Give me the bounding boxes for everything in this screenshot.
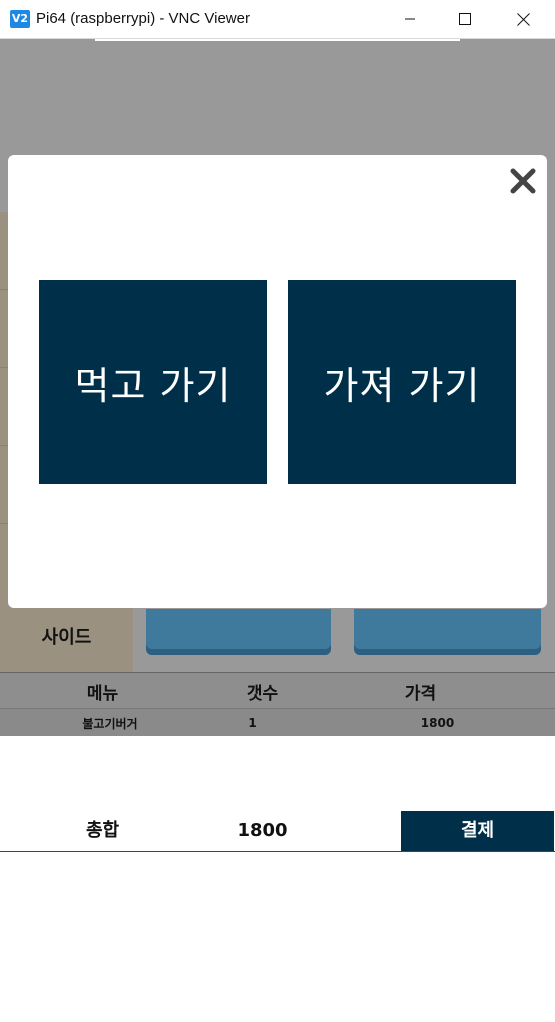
eat-in-button[interactable]: 먹고 가기	[39, 280, 267, 484]
maximize-button[interactable]	[436, 0, 494, 38]
take-out-label: 가져 가기	[323, 363, 481, 408]
header-qty: 갯수	[246, 683, 279, 704]
close-x-icon	[510, 168, 536, 194]
eat-in-label: 먹고 가기	[74, 363, 232, 408]
dine-option-modal: 먹고 가기 가져 가기	[8, 155, 547, 608]
minimize-button[interactable]	[381, 0, 439, 38]
header-menu: 메뉴	[86, 683, 119, 704]
minimize-icon	[405, 18, 415, 20]
row-menu: 불고기버거	[82, 716, 138, 731]
pay-button[interactable]: 결제	[401, 811, 554, 851]
total-row: 총합 1800 결제	[0, 811, 555, 852]
sidebar-item-side[interactable]: 사이드	[0, 599, 133, 672]
window-title: Pi64 (raspberrypi) - VNC Viewer	[36, 10, 250, 27]
sidebar-item-label: 사이드	[41, 626, 92, 648]
total-label: 총합	[85, 820, 120, 841]
maximize-icon	[459, 13, 471, 25]
menu-item-tile[interactable]	[354, 609, 541, 655]
row-price: 1800	[420, 716, 455, 730]
table-row[interactable]: 불고기버거 1 1800	[0, 708, 555, 738]
close-icon	[516, 12, 530, 26]
header-price: 가격	[404, 683, 437, 704]
kiosk-screen: 사이드 메뉴 갯수 가격 불고기버거 1 1800 총합 1800 결제 먹고 …	[0, 39, 555, 1022]
top-tab-strip	[95, 39, 460, 41]
order-summary-area	[0, 736, 555, 1022]
order-table-header: 메뉴 갯수 가격	[0, 672, 555, 709]
row-qty: 1	[248, 716, 257, 730]
modal-close-button[interactable]	[509, 167, 537, 195]
menu-item-tile[interactable]	[146, 609, 331, 655]
total-value: 1800	[237, 820, 288, 841]
take-out-button[interactable]: 가져 가기	[288, 280, 516, 484]
close-window-button[interactable]	[494, 0, 552, 38]
window-titlebar: V2 Pi64 (raspberrypi) - VNC Viewer	[0, 0, 555, 39]
vnc-app-icon: V2	[10, 10, 30, 28]
